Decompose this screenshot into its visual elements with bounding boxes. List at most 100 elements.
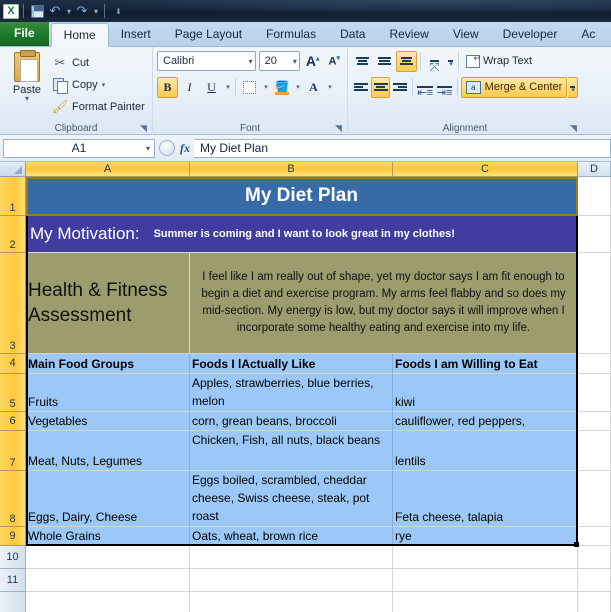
borders-dropdown-icon[interactable]: ▾ xyxy=(261,77,270,98)
align-bottom-button[interactable] xyxy=(396,50,417,72)
cell-a4-header[interactable]: Main Food Groups xyxy=(26,354,190,374)
cell-d4[interactable] xyxy=(578,354,611,374)
redo-dropdown-icon[interactable]: ▾ xyxy=(91,2,100,20)
font-dialog-launcher-icon[interactable]: ◥ xyxy=(335,124,344,133)
name-box[interactable]: A1 ▾ xyxy=(3,138,155,158)
cell-a8-food-group[interactable]: Eggs, Dairy, Cheese xyxy=(26,471,190,527)
merge-center-dropdown-icon[interactable]: ▾ xyxy=(568,76,578,98)
cell-b5-foods-liked[interactable]: Apples, strawberries, blue berries, melo… xyxy=(190,374,393,412)
orientation-button[interactable]: ⤧ xyxy=(424,51,445,74)
shrink-font-button[interactable]: A▾ xyxy=(326,54,343,68)
cell-b9-foods-liked[interactable]: Oats, wheat, brown rice xyxy=(190,527,393,546)
fill-color-button[interactable]: 🪣 xyxy=(271,77,292,98)
tab-data[interactable]: Data xyxy=(328,23,377,46)
tab-file[interactable]: File xyxy=(0,21,49,46)
cell-a12[interactable] xyxy=(26,592,190,612)
row-header-12[interactable] xyxy=(0,592,26,612)
row-header-4[interactable]: 4 xyxy=(0,354,26,374)
align-top-button[interactable] xyxy=(352,51,373,72)
chevron-down-icon[interactable]: ▾ xyxy=(102,81,106,89)
row-header-5[interactable]: 5 xyxy=(0,374,26,412)
cell-a6-food-group[interactable]: Vegetables xyxy=(26,412,190,431)
cell-a1-title[interactable]: My Diet Plan xyxy=(26,177,578,216)
cell-d6[interactable] xyxy=(578,412,611,431)
cell-c9-foods-willing[interactable]: rye xyxy=(393,527,578,546)
chevron-down-icon[interactable]: ▾ xyxy=(290,57,297,66)
cell-a10[interactable] xyxy=(26,546,190,569)
row-header-1[interactable]: 1 xyxy=(0,177,26,216)
tab-view[interactable]: View xyxy=(441,23,491,46)
cell-d12[interactable] xyxy=(578,592,611,612)
row-header-8[interactable]: 8 xyxy=(0,471,26,527)
column-header-a[interactable]: A xyxy=(26,162,190,177)
tab-review[interactable]: Review xyxy=(377,23,440,46)
underline-button[interactable]: U xyxy=(201,77,222,98)
chevron-down-icon[interactable]: ▾ xyxy=(146,144,150,153)
align-left-button[interactable] xyxy=(352,77,370,98)
cell-d1[interactable] xyxy=(578,177,611,216)
cell-c6-foods-willing[interactable]: cauliflower, red peppers, xyxy=(393,412,578,431)
cell-d3[interactable] xyxy=(578,253,611,354)
redo-icon[interactable]: ↷ xyxy=(73,2,91,20)
tab-developer[interactable]: Developer xyxy=(491,23,570,46)
increase-indent-button[interactable]: ⇥≡ xyxy=(435,77,453,99)
cell-b6-foods-liked[interactable]: corn, grean beans, broccoli xyxy=(190,412,393,431)
grow-font-button[interactable]: A▴ xyxy=(303,53,323,69)
excel-logo-icon[interactable]: X xyxy=(3,3,19,19)
align-center-button[interactable] xyxy=(371,76,390,98)
borders-button[interactable] xyxy=(239,77,260,98)
cell-a7-food-group[interactable]: Meat, Nuts, Legumes xyxy=(26,431,190,471)
font-size-combo[interactable]: 20 ▾ xyxy=(258,51,300,71)
column-header-c[interactable]: C xyxy=(393,162,578,177)
select-all-corner[interactable] xyxy=(0,162,26,177)
row-header-7[interactable]: 7 xyxy=(0,431,26,471)
tab-home[interactable]: Home xyxy=(50,23,109,47)
cell-a2-motivation[interactable]: My Motivation: Summer is coming and I wa… xyxy=(26,216,578,253)
column-header-d[interactable]: D xyxy=(578,162,611,177)
cell-b11[interactable] xyxy=(190,569,393,592)
align-right-button[interactable] xyxy=(391,77,409,98)
row-header-6[interactable]: 6 xyxy=(0,412,26,431)
cell-a5-food-group[interactable]: Fruits xyxy=(26,374,190,412)
format-painter-button[interactable]: 🖌 Format Painter xyxy=(50,97,145,117)
cell-c12[interactable] xyxy=(393,592,578,612)
copy-button[interactable]: Copy ▾ xyxy=(50,75,145,95)
cell-d11[interactable] xyxy=(578,569,611,592)
cell-b8-foods-liked[interactable]: Eggs boiled, scrambled, cheddar cheese, … xyxy=(190,471,393,527)
insert-function-icon[interactable]: fx xyxy=(180,141,190,156)
cell-c4-header[interactable]: Foods I am Willing to Eat xyxy=(393,354,578,374)
undo-dropdown-icon[interactable]: ▾ xyxy=(64,2,73,20)
formula-bar-expand-icon[interactable] xyxy=(159,140,175,156)
cell-b3-assessment-text[interactable]: I feel like I am really out of shape, ye… xyxy=(190,253,578,354)
cell-d7[interactable] xyxy=(578,431,611,471)
tab-acrobat[interactable]: Ac xyxy=(569,23,607,46)
cell-a3-assessment-label[interactable]: Health & Fitness Assessment xyxy=(26,253,190,354)
cell-a9-food-group[interactable]: Whole Grains xyxy=(26,527,190,546)
undo-icon[interactable]: ↶ xyxy=(46,2,64,20)
row-header-11[interactable]: 11 xyxy=(0,569,26,592)
cell-d5[interactable] xyxy=(578,374,611,412)
merge-and-center-button[interactable]: a Merge & Center xyxy=(460,76,568,98)
tab-page-layout[interactable]: Page Layout xyxy=(163,23,254,46)
tab-formulas[interactable]: Formulas xyxy=(254,23,328,46)
row-header-9[interactable]: 9 xyxy=(0,527,26,546)
cell-b7-foods-liked[interactable]: Chicken, Fish, all nuts, black beans xyxy=(190,431,393,471)
cell-c8-foods-willing[interactable]: Feta cheese, talapia xyxy=(393,471,578,527)
cell-b12[interactable] xyxy=(190,592,393,612)
formula-input[interactable]: My Diet Plan xyxy=(194,138,611,158)
align-middle-button[interactable] xyxy=(374,51,395,72)
font-name-combo[interactable]: Calibri ▾ xyxy=(157,51,256,71)
row-header-2[interactable]: 2 xyxy=(0,216,26,253)
column-header-b[interactable]: B xyxy=(190,162,393,177)
clipboard-dialog-launcher-icon[interactable]: ◥ xyxy=(140,124,149,133)
save-icon[interactable] xyxy=(28,2,46,20)
bold-button[interactable]: B xyxy=(157,76,178,98)
cell-b10[interactable] xyxy=(190,546,393,569)
font-color-button[interactable]: A xyxy=(303,77,324,98)
decrease-indent-button[interactable]: ⇤≡ xyxy=(416,77,434,99)
cell-c11[interactable] xyxy=(393,569,578,592)
cell-c10[interactable] xyxy=(393,546,578,569)
orientation-dropdown-icon[interactable]: ▾ xyxy=(446,51,455,72)
cell-d9[interactable] xyxy=(578,527,611,546)
font-color-dropdown-icon[interactable]: ▾ xyxy=(325,77,334,98)
